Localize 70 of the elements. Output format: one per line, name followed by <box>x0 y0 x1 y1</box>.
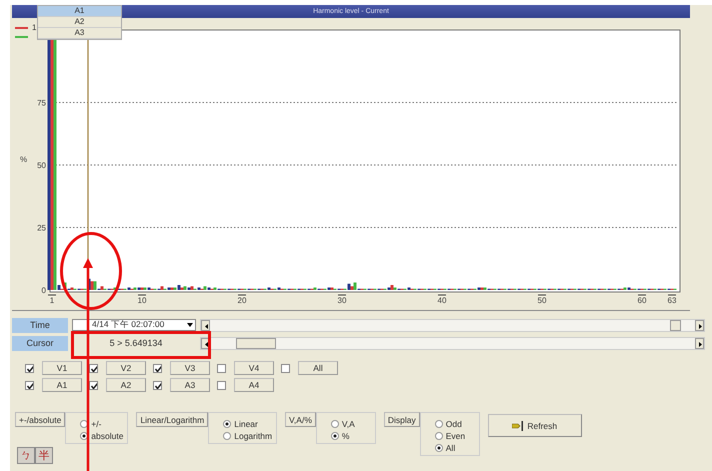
radio-button[interactable] <box>80 420 88 428</box>
radio-button[interactable] <box>330 420 339 428</box>
time-dropdown[interactable]: 4/14 下午 02:07:00 <box>72 319 196 331</box>
time-label: Time <box>12 318 68 332</box>
dropdown-item[interactable]: A2 <box>38 17 121 28</box>
axis-tick-label: 50 <box>538 296 546 305</box>
radio-button[interactable] <box>434 444 443 452</box>
axis-tick-label: 10 <box>138 296 146 305</box>
radio-label: V,A <box>342 419 355 429</box>
scroll-left-icon[interactable] <box>201 320 210 330</box>
channel-button[interactable]: A3 <box>170 378 210 392</box>
option-button[interactable]: +-/absolute <box>15 412 66 427</box>
radio-label: absolute <box>91 431 124 441</box>
option-button[interactable]: V,A/% <box>285 412 316 427</box>
radio-button[interactable] <box>434 420 443 428</box>
channel-button[interactable]: A2 <box>106 378 146 392</box>
axis-tick-label: 1 <box>50 296 54 305</box>
dropdown-item[interactable]: A1 <box>38 6 121 17</box>
axis-tick-label: 75 <box>37 98 46 108</box>
channel-button[interactable]: V3 <box>170 361 210 375</box>
radio-button[interactable] <box>434 432 443 440</box>
slider[interactable] <box>200 318 705 332</box>
channel-button[interactable]: A1 <box>42 378 82 392</box>
refresh-button[interactable]: Refresh <box>488 414 582 437</box>
radio-button[interactable] <box>223 420 232 428</box>
checkbox[interactable] <box>217 380 226 390</box>
axis-tick-label: 30 <box>338 296 346 305</box>
dropdown-item[interactable]: A3 <box>38 28 121 39</box>
radio-button[interactable] <box>80 432 88 440</box>
channel-button[interactable]: V2 <box>106 361 146 375</box>
radio-label: Odd <box>446 419 462 429</box>
axis-tick-label: 40 <box>438 296 446 305</box>
axis-tick-label: 25 <box>37 224 46 232</box>
axis-tick-label: 63 <box>668 296 676 305</box>
channel-button[interactable]: A4 <box>234 378 274 392</box>
radio-label: All <box>446 443 456 453</box>
radio-button[interactable] <box>223 432 232 440</box>
slider-thumb[interactable] <box>236 338 276 348</box>
axis-tick-label: 50 <box>37 161 46 170</box>
channel-button[interactable]: V4 <box>234 361 274 375</box>
slider-thumb[interactable] <box>670 320 681 330</box>
slider[interactable] <box>200 336 705 350</box>
checkbox[interactable] <box>217 364 226 372</box>
checkbox[interactable] <box>25 364 34 372</box>
checkbox[interactable] <box>281 364 290 372</box>
option-button[interactable]: Linear/Logarithm <box>136 412 208 427</box>
legend-label: 1 <box>32 23 36 32</box>
axis-tick-label: 0 <box>42 286 46 295</box>
ime-button[interactable]: 半 <box>35 447 53 464</box>
axis-label: % <box>20 155 28 164</box>
radio-label: +/- <box>91 419 102 429</box>
radio-button[interactable] <box>330 432 339 440</box>
axis-tick-label: 20 <box>238 296 246 305</box>
radio-label: % <box>342 431 350 441</box>
radio-label: Linear <box>234 419 258 429</box>
option-button[interactable]: Display <box>384 412 420 427</box>
cursor-label: Cursor <box>12 336 68 350</box>
checkbox[interactable] <box>153 364 162 372</box>
cursor-value: 5 > 5.649134 <box>108 336 164 350</box>
ime-button[interactable]: ㄅ <box>17 447 35 464</box>
radio-label: Even <box>446 431 466 441</box>
scroll-right-icon[interactable] <box>695 338 704 348</box>
checkbox[interactable] <box>25 380 34 390</box>
channel-button[interactable]: V1 <box>42 361 82 375</box>
checkbox[interactable] <box>153 380 162 390</box>
scroll-right-icon[interactable] <box>695 320 704 330</box>
axis-tick-label: 60 <box>638 296 646 305</box>
radio-label: Logarithm <box>234 431 272 441</box>
channel-button[interactable]: All <box>298 361 338 375</box>
refresh-icon <box>512 420 524 430</box>
